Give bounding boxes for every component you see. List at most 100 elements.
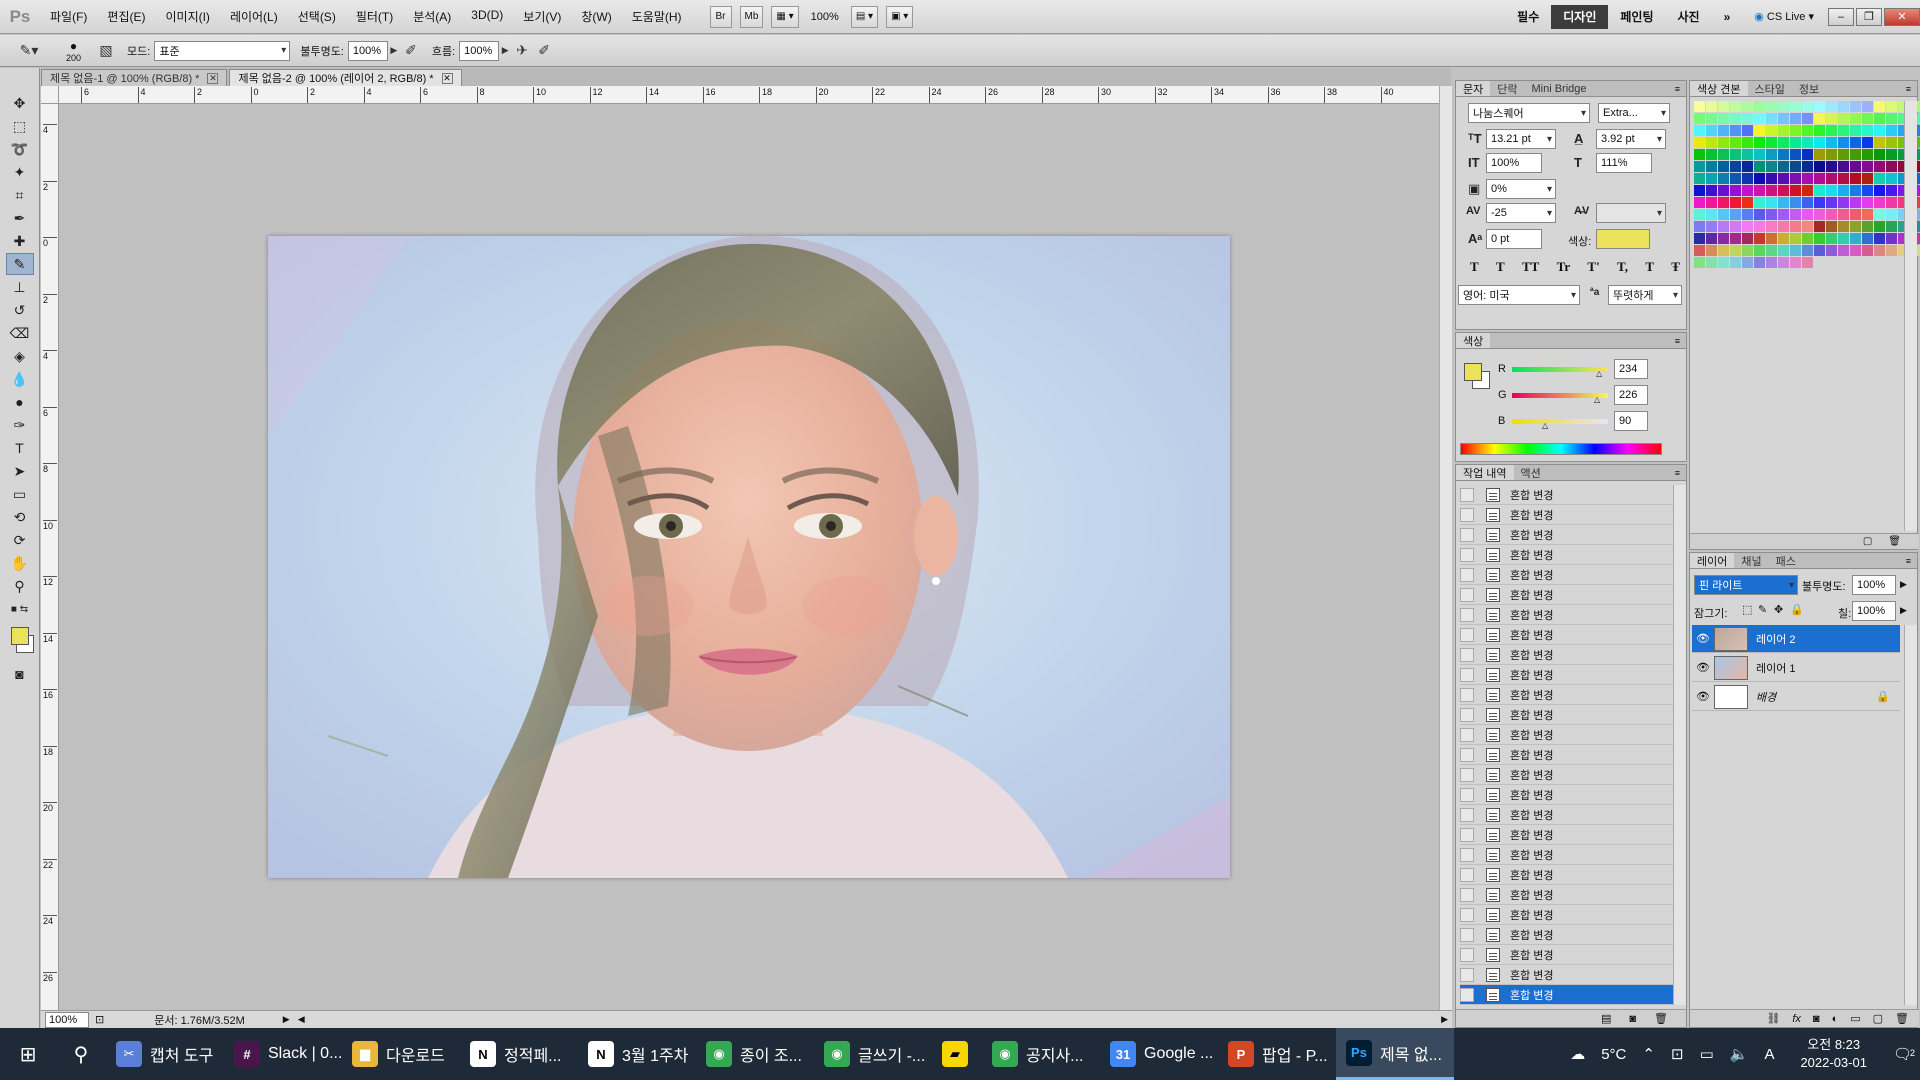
paint-bucket-tool-icon[interactable]: ◈: [6, 345, 34, 367]
swatch[interactable]: [1718, 197, 1729, 208]
swatch[interactable]: [1838, 101, 1849, 112]
taskbar-app[interactable]: ▰: [932, 1028, 982, 1080]
type-style-button[interactable]: T: [1645, 259, 1654, 275]
menu-item[interactable]: 보기(V): [513, 8, 571, 25]
vertical-scale-input[interactable]: 100%: [1486, 153, 1542, 173]
brush-tool-preset-icon[interactable]: ✎▾: [18, 40, 40, 62]
move-tool-icon[interactable]: ✥: [6, 92, 34, 114]
swatch[interactable]: [1706, 209, 1717, 220]
swatch[interactable]: [1694, 161, 1705, 172]
green-value-input[interactable]: 226: [1614, 385, 1648, 405]
swatch[interactable]: [1886, 197, 1897, 208]
history-brush-source-icon[interactable]: [1460, 927, 1474, 942]
layer-style-icon[interactable]: fx: [1792, 1013, 1801, 1025]
swatch[interactable]: [1874, 233, 1885, 244]
swatch[interactable]: [1718, 113, 1729, 124]
type-style-button[interactable]: Tr: [1557, 259, 1570, 275]
panel-menu-icon[interactable]: ≡: [1906, 84, 1911, 94]
swatch[interactable]: [1838, 149, 1849, 160]
flow-slider-arrow-icon[interactable]: ▶: [499, 40, 511, 62]
panel-menu-icon[interactable]: ≡: [1675, 468, 1680, 478]
panel-tab[interactable]: 패스: [1769, 553, 1803, 568]
mini-bridge-button[interactable]: Mb: [739, 5, 764, 28]
quick-mask-icon[interactable]: ◙: [6, 663, 34, 685]
swatch[interactable]: [1874, 149, 1885, 160]
taskbar-app[interactable]: P 팝업 - P...: [1218, 1028, 1336, 1080]
panel-tab[interactable]: 레이어: [1690, 553, 1735, 568]
panel-menu-icon[interactable]: ≡: [1675, 84, 1680, 94]
swatch[interactable]: [1826, 185, 1837, 196]
ruler-origin[interactable]: [41, 86, 59, 104]
font-style-select[interactable]: Extra...: [1598, 103, 1670, 123]
swatch[interactable]: [1802, 197, 1813, 208]
history-state[interactable]: 혼합 변경: [1460, 645, 1686, 665]
swatch[interactable]: [1790, 245, 1801, 256]
ime-indicator[interactable]: A: [1764, 1046, 1774, 1063]
swatch[interactable]: [1754, 113, 1765, 124]
type-style-button[interactable]: T': [1587, 259, 1599, 275]
red-slider[interactable]: [1512, 367, 1608, 372]
swatch[interactable]: [1742, 173, 1753, 184]
swatch[interactable]: [1718, 221, 1729, 232]
swatch[interactable]: [1862, 101, 1873, 112]
history-brush-source-icon[interactable]: [1460, 727, 1474, 742]
swatch[interactable]: [1694, 221, 1705, 232]
swatch[interactable]: [1694, 101, 1705, 112]
swatch[interactable]: [1802, 257, 1813, 268]
history-state[interactable]: 혼합 변경: [1460, 765, 1686, 785]
menu-item[interactable]: 선택(S): [288, 8, 346, 25]
opacity-slider-arrow-icon[interactable]: ▶: [388, 40, 400, 62]
history-state[interactable]: 혼합 변경: [1460, 945, 1686, 965]
brush-tool-icon[interactable]: ✎: [5, 253, 34, 275]
hand-tool-icon[interactable]: ✋: [6, 552, 34, 574]
history-state[interactable]: 혼합 변경: [1460, 485, 1686, 505]
history-brush-source-icon[interactable]: [1460, 567, 1474, 582]
swatch[interactable]: [1874, 185, 1885, 196]
history-brush-source-icon[interactable]: [1460, 987, 1474, 1002]
lock-image-icon[interactable]: ✎: [1758, 603, 1767, 616]
taskbar-app[interactable]: N 정적페...: [460, 1028, 578, 1080]
lock-transparent-icon[interactable]: ⬚: [1742, 603, 1752, 616]
swatch[interactable]: [1742, 257, 1753, 268]
history-brush-source-icon[interactable]: [1460, 887, 1474, 902]
swatch[interactable]: [1718, 161, 1729, 172]
pen-tool-icon[interactable]: ✑: [6, 414, 34, 436]
history-brush-source-icon[interactable]: [1460, 967, 1474, 982]
swatch[interactable]: [1862, 209, 1873, 220]
horizontal-ruler[interactable]: 6 4 2 0 2 4 6 8 10 12 14 16 18 20 22 24 26 28 30 32 34 36 38 40: [59, 86, 1439, 104]
swatch[interactable]: [1826, 161, 1837, 172]
history-brush-source-icon[interactable]: [1460, 547, 1474, 562]
green-slider-thumb-icon[interactable]: △: [1594, 395, 1600, 404]
tsume-input[interactable]: 0%: [1486, 179, 1556, 199]
swatch[interactable]: [1778, 257, 1789, 268]
swatch[interactable]: [1706, 257, 1717, 268]
workspace-button[interactable]: 디자인: [1551, 4, 1609, 29]
swatch[interactable]: [1814, 173, 1825, 184]
history-brush-source-icon[interactable]: [1460, 907, 1474, 922]
swatch[interactable]: [1838, 125, 1849, 136]
history-state[interactable]: 혼합 변경: [1460, 845, 1686, 865]
menu-item[interactable]: 이미지(I): [155, 8, 219, 25]
antialias-select[interactable]: 뚜렷하게: [1608, 285, 1682, 305]
swatch[interactable]: [1778, 113, 1789, 124]
document-tab[interactable]: 제목 없음-1 @ 100% (RGB/8) * ✕: [41, 69, 228, 86]
opacity-input[interactable]: 100%: [347, 40, 388, 61]
swatch[interactable]: [1850, 185, 1861, 196]
path-selection-tool-icon[interactable]: ➤: [6, 460, 34, 482]
panel-tab[interactable]: 액션: [1514, 465, 1548, 480]
swatch[interactable]: [1790, 221, 1801, 232]
brush-size-picker[interactable]: ● 200: [66, 39, 81, 63]
swatch[interactable]: [1874, 125, 1885, 136]
layer-opacity-input[interactable]: 100%: [1852, 575, 1896, 595]
swatch[interactable]: [1850, 209, 1861, 220]
swatch[interactable]: [1754, 233, 1765, 244]
font-family-select[interactable]: 나눔스퀘어: [1468, 103, 1590, 123]
status-menu-arrow-icon[interactable]: ▶: [283, 1014, 290, 1025]
delete-swatch-icon[interactable]: 🗑: [1888, 536, 1901, 547]
zoom-level[interactable]: 100%: [811, 11, 839, 23]
swatch[interactable]: [1886, 113, 1897, 124]
taskbar-app[interactable]: N 3월 1주차: [578, 1028, 696, 1080]
tablet-pressure-opacity-icon[interactable]: ✐: [400, 40, 422, 62]
clock[interactable]: 오전 8:23 2022-03-01: [1800, 1036, 1867, 1072]
quick-selection-tool-icon[interactable]: ✦: [6, 161, 34, 183]
